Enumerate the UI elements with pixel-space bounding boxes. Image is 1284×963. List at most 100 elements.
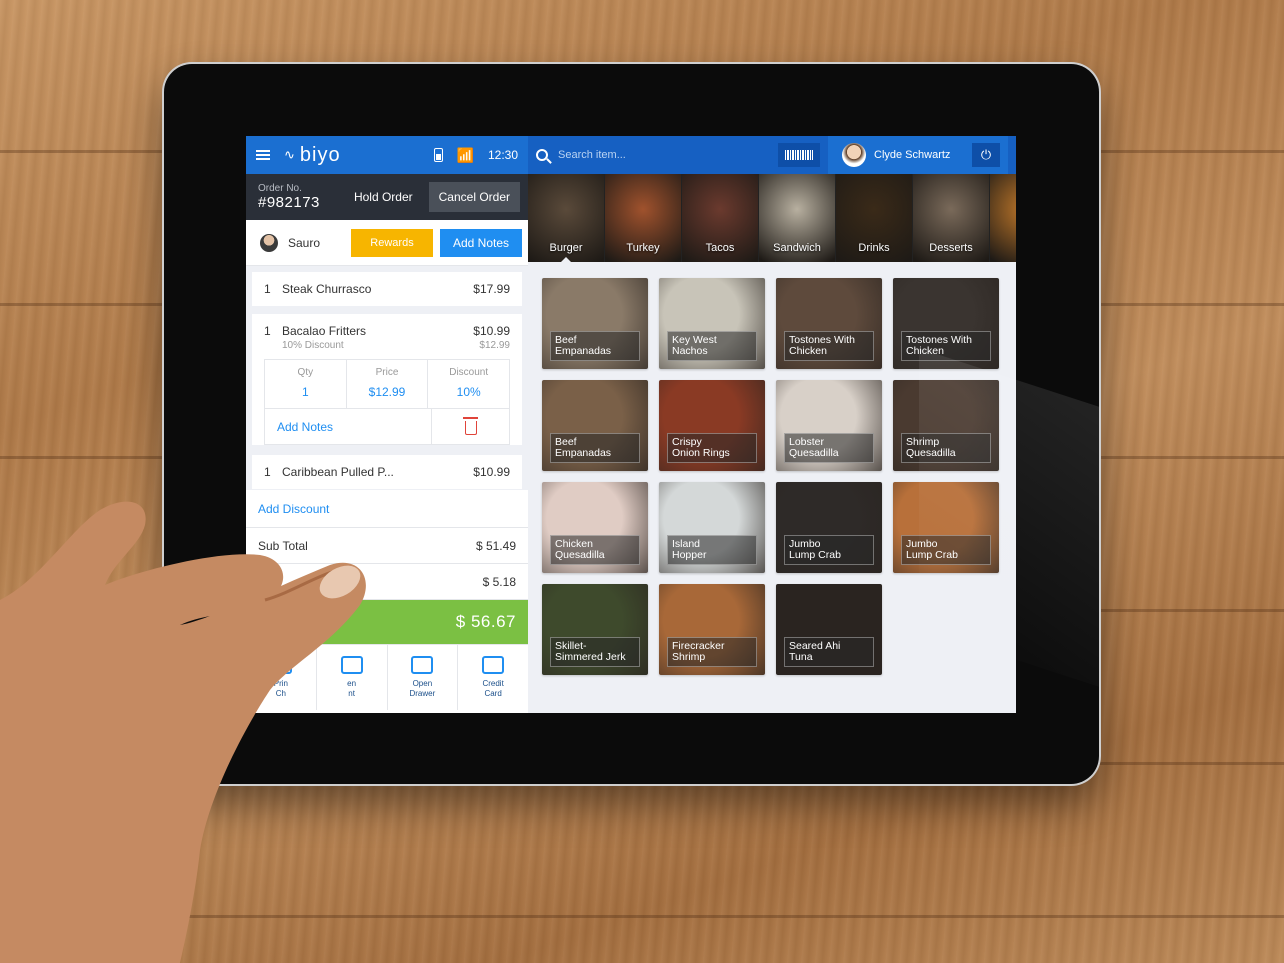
item-edit-panel: Qty 1 Price $12.99 Discount 10% Add Note… bbox=[264, 359, 510, 445]
pay-total-button[interactable]: $ 56.67 bbox=[246, 600, 528, 644]
hamburger-menu-icon[interactable] bbox=[256, 149, 270, 161]
discount-label: Discount bbox=[449, 367, 489, 378]
customer-name[interactable]: Sauro bbox=[288, 236, 320, 250]
price-label: Price bbox=[375, 367, 399, 378]
category-tab-tacos[interactable]: Tacos bbox=[682, 174, 758, 262]
category-label: Burger bbox=[549, 242, 583, 254]
price-field[interactable]: Price $12.99 bbox=[347, 360, 429, 408]
subtotal-value: $ 51.49 bbox=[475, 538, 516, 553]
delete-item-button[interactable] bbox=[431, 409, 509, 444]
category-tab-sandwich[interactable]: Sandwich bbox=[759, 174, 835, 262]
category-tab-piz[interactable]: Piz bbox=[990, 174, 1016, 262]
order-summary: Add Discount Sub Total $ 51.49 $ 5.18 $ … bbox=[246, 490, 528, 710]
menu-item-card[interactable]: Tostones With Chicken bbox=[893, 278, 999, 369]
menu-item-card[interactable]: Firecracker Shrimp bbox=[659, 584, 765, 675]
rewards-button[interactable]: Rewards bbox=[351, 228, 433, 257]
open-drawer-button[interactable]: Open Drawer bbox=[388, 645, 459, 710]
trash-icon bbox=[462, 417, 478, 435]
printer-icon bbox=[269, 656, 292, 674]
menu-item-card[interactable]: Key West Nachos bbox=[659, 278, 765, 369]
menu-item-card[interactable]: Beef Empanadas bbox=[542, 380, 648, 471]
menu-items-grid: Beef Empanadas Key West Nachos Tostones Wi… bbox=[528, 262, 1016, 675]
menu-item-card[interactable]: Lobster Quesadilla bbox=[776, 380, 882, 471]
menu-item-card[interactable]: Shrimp Quesadilla bbox=[893, 380, 999, 471]
order-number: #982173 bbox=[258, 193, 320, 211]
item-qty: 1 bbox=[264, 324, 271, 338]
menu-item-label: Crispy Onion Rings bbox=[667, 433, 757, 463]
action-label: Credit Card bbox=[482, 679, 504, 698]
menu-item-label: Lobster Quesadilla bbox=[784, 433, 874, 463]
menu-item-card[interactable]: Tostones With Chicken bbox=[776, 278, 882, 369]
barcode-icon bbox=[785, 150, 813, 160]
item-price: $10.99 bbox=[473, 465, 510, 479]
user-account[interactable]: Clyde Schwartz ⏻ bbox=[828, 136, 1008, 174]
menu-item-card[interactable]: Crispy Onion Rings bbox=[659, 380, 765, 471]
tax-row: $ 5.18 bbox=[246, 564, 528, 600]
menu-item-card[interactable]: Jumbo Lump Crab bbox=[893, 482, 999, 573]
menu-item-label: Tostones With Chicken bbox=[901, 331, 991, 361]
customer-bar: Sauro Rewards Add Notes bbox=[246, 220, 528, 266]
category-tab-burger[interactable]: Burger bbox=[528, 174, 604, 262]
barcode-scan-button[interactable] bbox=[778, 143, 820, 167]
category-label: Turkey bbox=[626, 242, 660, 254]
power-icon[interactable]: ⏻ bbox=[972, 143, 1000, 167]
item-name: Caribbean Pulled P... bbox=[282, 465, 394, 479]
item-original-price: $12.99 bbox=[479, 340, 510, 351]
menu-item-label: Chicken Quesadilla bbox=[550, 535, 640, 565]
subtotal-label: Sub Total bbox=[258, 538, 308, 553]
menu-item-label: Firecracker Shrimp bbox=[667, 637, 757, 667]
menu-item-label: Beef Empanadas bbox=[550, 331, 640, 361]
action-label: Open Drawer bbox=[409, 679, 436, 698]
subtotal-row: Sub Total $ 51.49 bbox=[246, 528, 528, 564]
total-value: $ 56.67 bbox=[455, 612, 516, 631]
hold-order-button[interactable]: Hold Order bbox=[343, 182, 423, 212]
order-header: Order No. #982173 Hold Order Cancel Orde… bbox=[246, 174, 528, 220]
credit-card-button[interactable]: Credit Card bbox=[458, 645, 528, 710]
order-item[interactable]: 1 Caribbean Pulled P... $10.99 bbox=[252, 455, 522, 489]
order-no-label: Order No. bbox=[258, 182, 302, 194]
add-discount-link[interactable]: Add Discount bbox=[246, 490, 528, 528]
qty-field[interactable]: Qty 1 bbox=[265, 360, 347, 408]
category-label: Drinks bbox=[858, 242, 890, 254]
menu-item-label: Tostones With Chicken bbox=[784, 331, 874, 361]
order-items-list: 1 Steak Churrasco $17.99 1 Bacalao Fritt… bbox=[246, 266, 528, 490]
add-notes-button[interactable]: Add Notes bbox=[440, 228, 522, 257]
category-tab-drinks[interactable]: Drinks bbox=[836, 174, 912, 262]
order-item[interactable]: 1 Steak Churrasco $17.99 bbox=[252, 272, 522, 306]
search-bar: Search item... Clyde Schwartz ⏻ bbox=[528, 136, 1016, 174]
app-logo: ∿ biyo bbox=[284, 144, 341, 167]
app-topbar: ∿ biyo 📶 12:30 bbox=[246, 136, 528, 174]
item-add-notes-link[interactable]: Add Notes bbox=[265, 420, 431, 434]
menu-item-card[interactable]: Island Hopper bbox=[659, 482, 765, 573]
search-icon[interactable] bbox=[536, 149, 548, 161]
menu-item-card[interactable]: Jumbo Lump Crab bbox=[776, 482, 882, 573]
qty-value: 1 bbox=[301, 385, 309, 399]
price-value: $12.99 bbox=[368, 385, 406, 399]
open-document-button[interactable]: en nt bbox=[317, 645, 388, 710]
menu-item-card[interactable]: Skillet- Simmered Jerk bbox=[542, 584, 648, 675]
item-discount-text: 10% Discount bbox=[282, 340, 344, 351]
action-bar: Prin Ch en nt Open Drawer Credit Card bbox=[246, 644, 528, 710]
discount-value: 10% bbox=[456, 385, 481, 399]
wifi-icon: 📶 bbox=[456, 146, 474, 163]
search-input[interactable]: Search item... bbox=[558, 149, 626, 161]
menu-item-label: Jumbo Lump Crab bbox=[901, 535, 991, 565]
discount-field[interactable]: Discount 10% bbox=[428, 360, 509, 408]
cancel-order-button[interactable]: Cancel Order bbox=[428, 182, 520, 212]
order-item-expanded[interactable]: 1 Bacalao Fritters $10.99 10% Discount $… bbox=[252, 314, 522, 445]
menu-item-card[interactable]: Chicken Quesadilla bbox=[542, 482, 648, 573]
menu-item-label: Shrimp Quesadilla bbox=[901, 433, 991, 463]
menu-item-card[interactable]: Seared Ahi Tuna bbox=[776, 584, 882, 675]
item-name: Bacalao Fritters bbox=[282, 324, 367, 338]
print-check-button[interactable]: Prin Ch bbox=[246, 645, 317, 710]
waveform-icon: ∿ bbox=[284, 147, 296, 162]
menu-item-card[interactable]: Beef Empanadas bbox=[542, 278, 648, 369]
item-price: $10.99 bbox=[473, 324, 510, 338]
category-label: Sandwich bbox=[773, 242, 821, 254]
item-qty: 1 bbox=[264, 282, 271, 296]
menu-item-label: Key West Nachos bbox=[667, 331, 757, 361]
menu-item-label: Island Hopper bbox=[667, 535, 757, 565]
qty-label: Qty bbox=[297, 367, 314, 378]
category-tab-desserts[interactable]: Desserts bbox=[913, 174, 989, 262]
category-tab-turkey[interactable]: Turkey bbox=[605, 174, 681, 262]
